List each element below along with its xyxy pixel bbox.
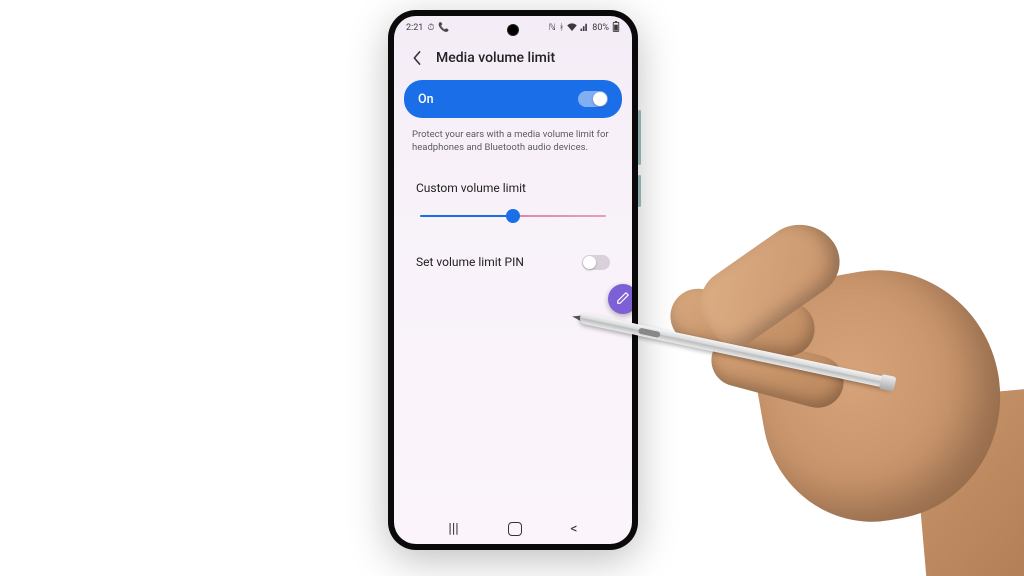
master-toggle-row[interactable]: On xyxy=(404,80,622,118)
bluetooth-icon: ᚼ xyxy=(559,24,564,33)
pencil-icon xyxy=(616,290,630,309)
phone-frame: 2:21 ⏱ 📞 ℕ ᚼ 80% xyxy=(388,10,638,550)
battery-icon xyxy=(612,21,620,35)
nav-home-icon[interactable] xyxy=(508,522,522,536)
call-icon: 📞 xyxy=(438,24,449,33)
front-camera xyxy=(508,25,518,35)
android-nav-bar: ||| < xyxy=(394,514,632,544)
pin-label: Set volume limit PIN xyxy=(416,255,524,269)
battery-text: 80% xyxy=(592,24,609,33)
nav-recent-icon[interactable]: ||| xyxy=(448,522,458,536)
custom-volume-label: Custom volume limit xyxy=(416,181,610,195)
description-text: Protect your ears with a media volume li… xyxy=(412,128,614,155)
back-icon[interactable] xyxy=(408,49,426,67)
status-time: 2:21 xyxy=(406,24,423,33)
nav-back-icon[interactable]: < xyxy=(570,522,577,536)
power-button[interactable] xyxy=(638,175,641,207)
page-title: Media volume limit xyxy=(436,50,555,66)
nfc-icon: ℕ xyxy=(549,24,556,33)
master-toggle-label: On xyxy=(418,92,434,107)
custom-volume-section: Custom volume limit xyxy=(404,169,622,237)
signal-icon xyxy=(580,23,589,34)
phone-screen: 2:21 ⏱ 📞 ℕ ᚼ 80% xyxy=(394,16,632,544)
volume-rocker[interactable] xyxy=(638,110,641,165)
pin-switch[interactable] xyxy=(582,255,610,270)
volume-slider[interactable] xyxy=(416,209,610,223)
slider-thumb[interactable] xyxy=(506,209,520,223)
hand-holding-stylus xyxy=(640,190,1024,576)
pin-row[interactable]: Set volume limit PIN xyxy=(404,243,622,282)
clock-icon: ⏱ xyxy=(427,24,434,33)
wifi-icon xyxy=(567,23,577,34)
master-toggle-switch[interactable] xyxy=(578,91,608,107)
title-bar: Media volume limit xyxy=(394,40,632,76)
edit-fab[interactable] xyxy=(608,284,632,314)
